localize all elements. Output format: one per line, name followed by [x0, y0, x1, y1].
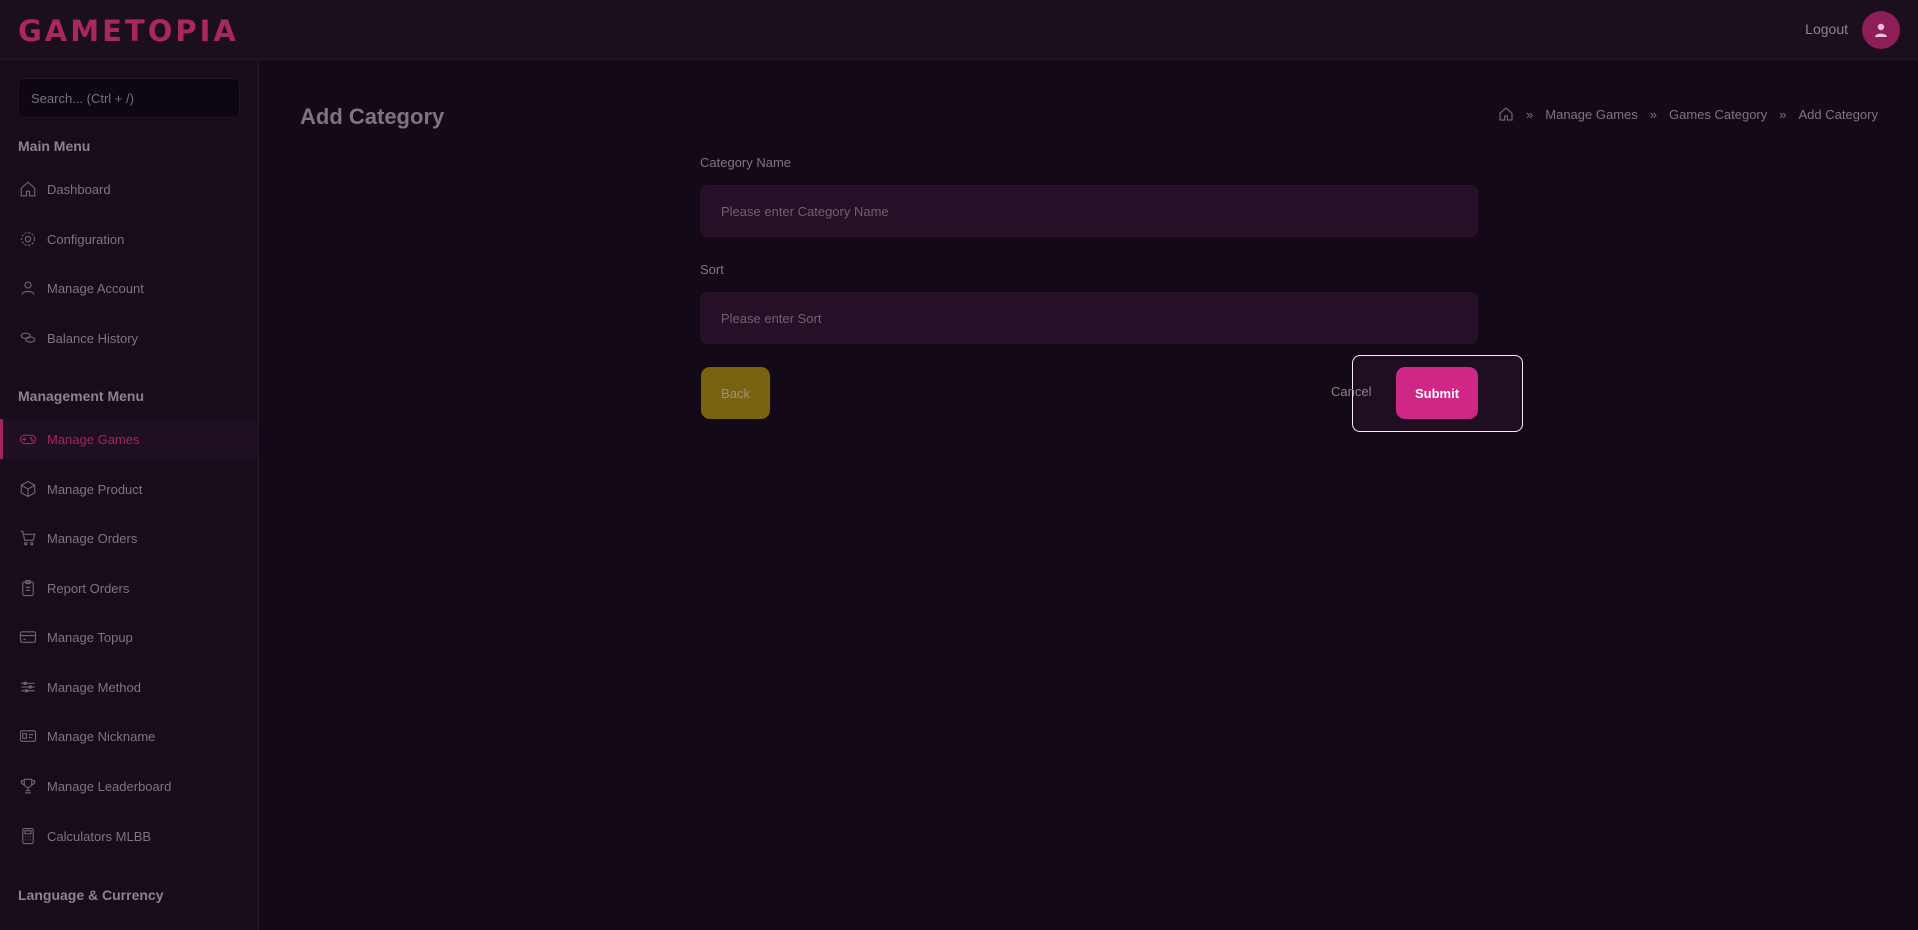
breadcrumb-item-games-category[interactable]: Games Category: [1669, 107, 1767, 122]
sort-label: Sort: [700, 262, 724, 277]
home-icon[interactable]: [1498, 106, 1514, 122]
back-button[interactable]: Back: [701, 367, 770, 419]
cancel-button[interactable]: Cancel: [1331, 384, 1371, 399]
sliders-icon: [18, 677, 38, 697]
breadcrumb-item-add-category: Add Category: [1798, 106, 1879, 122]
sidebar-item-label: Manage Orders: [47, 530, 138, 546]
sidebar-item-manage-leaderboard[interactable]: Manage Leaderboard: [0, 766, 258, 806]
cart-icon: [18, 528, 38, 548]
sidebar-item-label: Dashboard: [47, 181, 111, 197]
sidebar-item-dashboard[interactable]: Dashboard: [0, 169, 258, 209]
coins-icon: [18, 328, 38, 348]
sidebar-item-label: Calculators MLBB: [47, 828, 152, 844]
gamepad-icon: [18, 429, 38, 449]
sidebar-item-manage-orders[interactable]: Manage Orders: [0, 518, 258, 558]
clipboard-icon: [18, 578, 38, 598]
main-menu-title: Main Menu: [18, 138, 91, 154]
page-title: Add Category: [300, 104, 445, 129]
sidebar-item-manage-method[interactable]: Manage Method: [0, 667, 258, 707]
card-icon: [18, 627, 38, 647]
sidebar-item-label: Manage Nickname: [47, 728, 156, 744]
app-root: GAMETOPIA Logout Main Menu Dashboard Con…: [0, 0, 1918, 930]
user-icon: [18, 278, 38, 298]
box-icon: [18, 479, 38, 499]
sidebar-item-label: Manage Method: [47, 679, 141, 695]
chevrons-right-icon: »: [1526, 106, 1534, 122]
top-header: GAMETOPIA Logout: [0, 0, 1918, 60]
breadcrumb-item-manage-games[interactable]: Manage Games: [1545, 107, 1638, 122]
sidebar-item-label: Manage Topup: [47, 629, 133, 645]
sidebar-item-manage-topup[interactable]: Manage Topup: [0, 617, 258, 657]
user-avatar-icon: [1875, 23, 1887, 37]
breadcrumb: » Manage Games » Games Category » Add Ca…: [1498, 106, 1878, 122]
sidebar-item-label: Manage Product: [47, 481, 143, 497]
trophy-icon: [18, 776, 38, 796]
sidebar-item-calculators-mlbb[interactable]: Calculators MLBB: [0, 816, 258, 856]
calculator-icon: [18, 826, 38, 846]
chevrons-right-icon: »: [1649, 106, 1657, 122]
sidebar-item-balance-history[interactable]: Balance History: [0, 318, 258, 358]
category-name-input[interactable]: [700, 185, 1478, 237]
avatar[interactable]: [1862, 11, 1900, 49]
sidebar-item-label: Manage Account: [47, 280, 144, 296]
sort-input[interactable]: [700, 292, 1478, 344]
home-icon: [18, 179, 38, 199]
management-menu-title: Management Menu: [18, 388, 145, 404]
sidebar-item-manage-product[interactable]: Manage Product: [0, 469, 258, 509]
logout-link[interactable]: Logout: [1805, 21, 1848, 37]
sidebar-item-manage-nickname[interactable]: Manage Nickname: [0, 716, 258, 756]
sidebar-item-manage-account[interactable]: Manage Account: [0, 268, 258, 308]
brand-logo[interactable]: GAMETOPIA: [18, 14, 239, 48]
id-card-icon: [18, 726, 38, 746]
submit-button[interactable]: Submit: [1396, 367, 1478, 419]
search-input[interactable]: [18, 78, 240, 118]
sidebar-item-report-orders[interactable]: Report Orders: [0, 568, 258, 608]
language-currency-title: Language & Currency: [18, 887, 164, 903]
sidebar-item-label: Manage Leaderboard: [47, 778, 172, 794]
chevrons-right-icon: »: [1779, 106, 1787, 122]
sidebar-item-manage-games[interactable]: Manage Games: [0, 419, 258, 459]
gear-icon: [18, 229, 38, 249]
sidebar-item-label: Manage Games: [47, 431, 140, 447]
sidebar-item-label: Balance History: [47, 330, 139, 346]
category-name-label: Category Name: [700, 155, 792, 170]
sidebar-item-configuration[interactable]: Configuration: [0, 219, 258, 259]
sidebar-item-label: Report Orders: [47, 580, 130, 596]
sidebar: Main Menu Dashboard Configuration Manage…: [0, 60, 259, 930]
sidebar-item-label: Configuration: [47, 231, 125, 247]
